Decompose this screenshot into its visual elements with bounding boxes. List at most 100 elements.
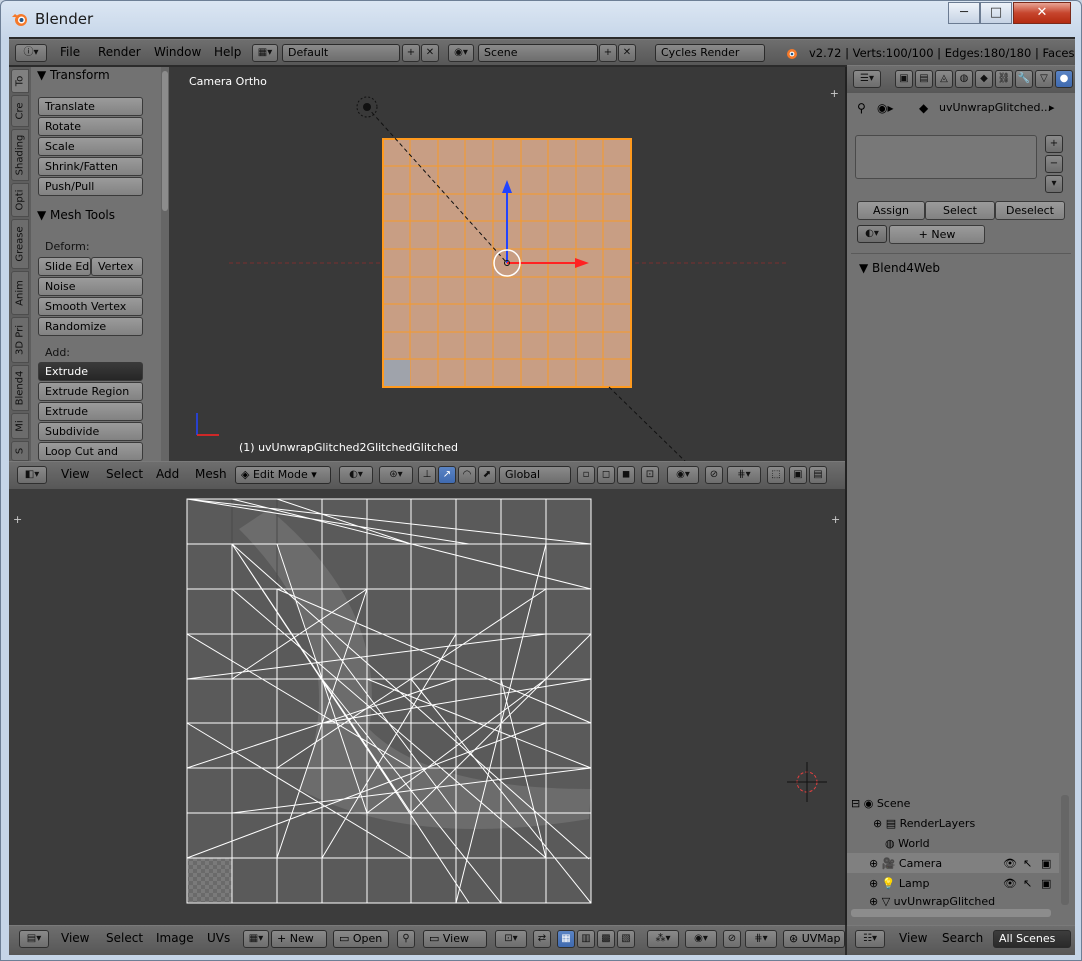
tab-tools[interactable]: To — [11, 69, 29, 93]
view-menu[interactable]: View — [61, 467, 89, 481]
randomize-button[interactable]: Randomize — [38, 317, 143, 336]
select-menu[interactable]: Select — [106, 467, 143, 481]
scene-icon[interactable]: ◉▾ — [448, 44, 474, 62]
edge-select-icon[interactable]: ◻ — [597, 466, 615, 484]
tab-shading[interactable]: Shading — [11, 129, 29, 181]
display-mode-dropdown[interactable]: All Scenes — [993, 930, 1071, 948]
extrude-dropdown[interactable]: Extrude — [38, 362, 143, 381]
viewport-shading-icon[interactable]: ◐▾ — [339, 466, 373, 484]
translate-button[interactable]: Translate — [38, 97, 143, 116]
manipulator-icon[interactable]: ⊥ — [418, 466, 436, 484]
image-menu[interactable]: Image — [156, 931, 194, 945]
lamp-render-icon[interactable]: ▣ — [1041, 877, 1051, 890]
uv-vertex-select-icon[interactable]: ▦ — [557, 930, 575, 948]
pivot-point-icon[interactable]: ⊛▾ — [379, 466, 413, 484]
uv-snap-element-icon[interactable]: ⋕▾ — [745, 930, 777, 948]
world-tab-icon[interactable]: ◍ — [955, 70, 973, 88]
uv-corner-plus-left-icon[interactable]: + — [13, 513, 22, 526]
mode-dropdown[interactable]: ◈ Edit Mode ▾ — [235, 466, 331, 484]
screen-layout-icon[interactable]: ▦▾ — [252, 44, 278, 62]
menu-file[interactable]: File — [60, 45, 80, 59]
rotate-button[interactable]: Rotate — [38, 117, 143, 136]
uv-corner-plus-right-icon[interactable]: + — [831, 513, 840, 526]
mesh-menu[interactable]: Mesh — [195, 467, 227, 481]
shrink-fatten-button[interactable]: Shrink/Fatten — [38, 157, 143, 176]
material-slot-list[interactable] — [855, 135, 1037, 179]
orientation-dropdown[interactable]: Global — [499, 466, 571, 484]
remove-slot-icon[interactable]: − — [1045, 155, 1063, 173]
tab-blend4web[interactable]: Blend4 — [11, 365, 29, 411]
add-scene-icon[interactable]: + — [599, 44, 617, 62]
tab-grease[interactable]: Grease — [11, 219, 29, 269]
uvmap-selector[interactable]: ⊛ UVMap — [783, 930, 845, 948]
viewport-corner-plus-icon[interactable]: + — [830, 87, 839, 100]
face-select-icon[interactable]: ◼ — [617, 466, 635, 484]
scale-manipulator-icon[interactable]: ⬈ — [478, 466, 496, 484]
blend4web-panel-header[interactable]: ▼ Blend4Web — [859, 261, 940, 275]
translate-manipulator-icon[interactable]: ↗ — [438, 466, 456, 484]
lamp-icon[interactable] — [356, 96, 378, 118]
camera-render-icon[interactable]: ▣ — [1041, 857, 1051, 870]
menu-render[interactable]: Render — [98, 45, 141, 59]
editor-type-uv-icon[interactable]: ▤▾ — [19, 930, 49, 948]
editor-type-info-button[interactable]: ⓘ▾ — [15, 44, 47, 62]
uv-snap-icon[interactable]: ⊘ — [723, 930, 741, 948]
tool-shelf-scrollbar[interactable] — [161, 67, 169, 465]
extrude-region-button[interactable]: Extrude Region — [38, 382, 143, 401]
add-menu[interactable]: Add — [156, 467, 179, 481]
image-browse-icon[interactable]: ▦▾ — [243, 930, 269, 948]
add-slot-icon[interactable]: + — [1045, 135, 1063, 153]
outliner-row-camera[interactable]: ⊕ 🎥 Camera — [869, 857, 942, 870]
menu-help[interactable]: Help — [214, 45, 241, 59]
loop-cut-slide-button[interactable]: Loop Cut and Slide — [38, 442, 143, 465]
outliner-h-scrollbar[interactable] — [851, 909, 1051, 917]
extrude-individual-button[interactable]: Extrude Individual — [38, 402, 143, 435]
uv-canvas[interactable] — [9, 489, 845, 925]
sync-selection-icon[interactable]: ⇄ — [533, 930, 551, 948]
menu-window[interactable]: Window — [154, 45, 201, 59]
add-layout-icon[interactable]: + — [402, 44, 420, 62]
render-tab-icon[interactable]: ▣ — [895, 70, 913, 88]
uv-edge-select-icon[interactable]: ▥ — [577, 930, 595, 948]
close-button[interactable]: ✕ — [1013, 2, 1071, 24]
lamp-select-arrow-icon[interactable]: ↖ — [1023, 877, 1032, 890]
outliner-search-menu[interactable]: Search — [942, 931, 983, 945]
new-material-button[interactable]: + New — [889, 225, 985, 244]
outliner-row-lamp[interactable]: ⊕ 💡 Lamp — [869, 877, 929, 890]
constraints-tab-icon[interactable]: ⛓ — [995, 70, 1013, 88]
uv-image-editor[interactable]: + + — [9, 489, 845, 925]
tab-create[interactable]: Cre — [11, 95, 29, 127]
proportional-editing-icon[interactable]: ◉▾ — [667, 466, 699, 484]
new-image-button[interactable]: + New — [271, 930, 327, 948]
scale-button[interactable]: Scale — [38, 137, 143, 156]
render-engine-dropdown[interactable]: Cycles Render — [655, 44, 765, 62]
screen-layout-field[interactable]: Default — [282, 44, 400, 62]
outliner-row-world[interactable]: ◍ World — [885, 837, 930, 850]
outliner-row-uvunwrap[interactable]: ⊕ ▽ uvUnwrapGlitched — [869, 895, 999, 908]
tab-animation[interactable]: Anim — [11, 271, 29, 315]
scene-field[interactable]: Scene — [478, 44, 598, 62]
tab-3d-printing[interactable]: 3D Pri — [11, 317, 29, 363]
remove-scene-icon[interactable]: ✕ — [618, 44, 636, 62]
assign-button[interactable]: Assign — [857, 201, 925, 220]
uv-proportional-icon[interactable]: ◉▾ — [685, 930, 717, 948]
sticky-mode-icon[interactable]: ⁂▾ — [647, 930, 679, 948]
maximize-button[interactable]: □ — [980, 2, 1012, 24]
uv-select-menu[interactable]: Select — [106, 931, 143, 945]
camera-select-arrow-icon[interactable]: ↖ — [1023, 857, 1032, 870]
noise-button[interactable]: Noise — [38, 277, 143, 296]
subdivide-button[interactable]: Subdivide — [38, 422, 143, 441]
outliner-scrollbar[interactable] — [1061, 795, 1069, 905]
open-image-button[interactable]: ▭ Open — [333, 930, 389, 948]
select-button[interactable]: Select — [925, 201, 995, 220]
3d-scene-canvas[interactable] — [169, 67, 845, 465]
2d-cursor-icon[interactable] — [787, 762, 827, 802]
snap-element-icon[interactable]: ⋕▾ — [727, 466, 761, 484]
vertex-select-icon[interactable]: ▫ — [577, 466, 595, 484]
opengl-render-icon[interactable]: ▣ — [789, 466, 807, 484]
camera-visibility-eye-icon[interactable]: 👁 — [1003, 857, 1017, 870]
material-tab-icon[interactable]: ● — [1055, 70, 1073, 88]
minimize-button[interactable]: ─ — [948, 2, 980, 24]
editor-type-outliner-icon[interactable]: ☷▾ — [855, 930, 885, 948]
pin-properties-icon[interactable]: ⚲ — [857, 101, 866, 115]
